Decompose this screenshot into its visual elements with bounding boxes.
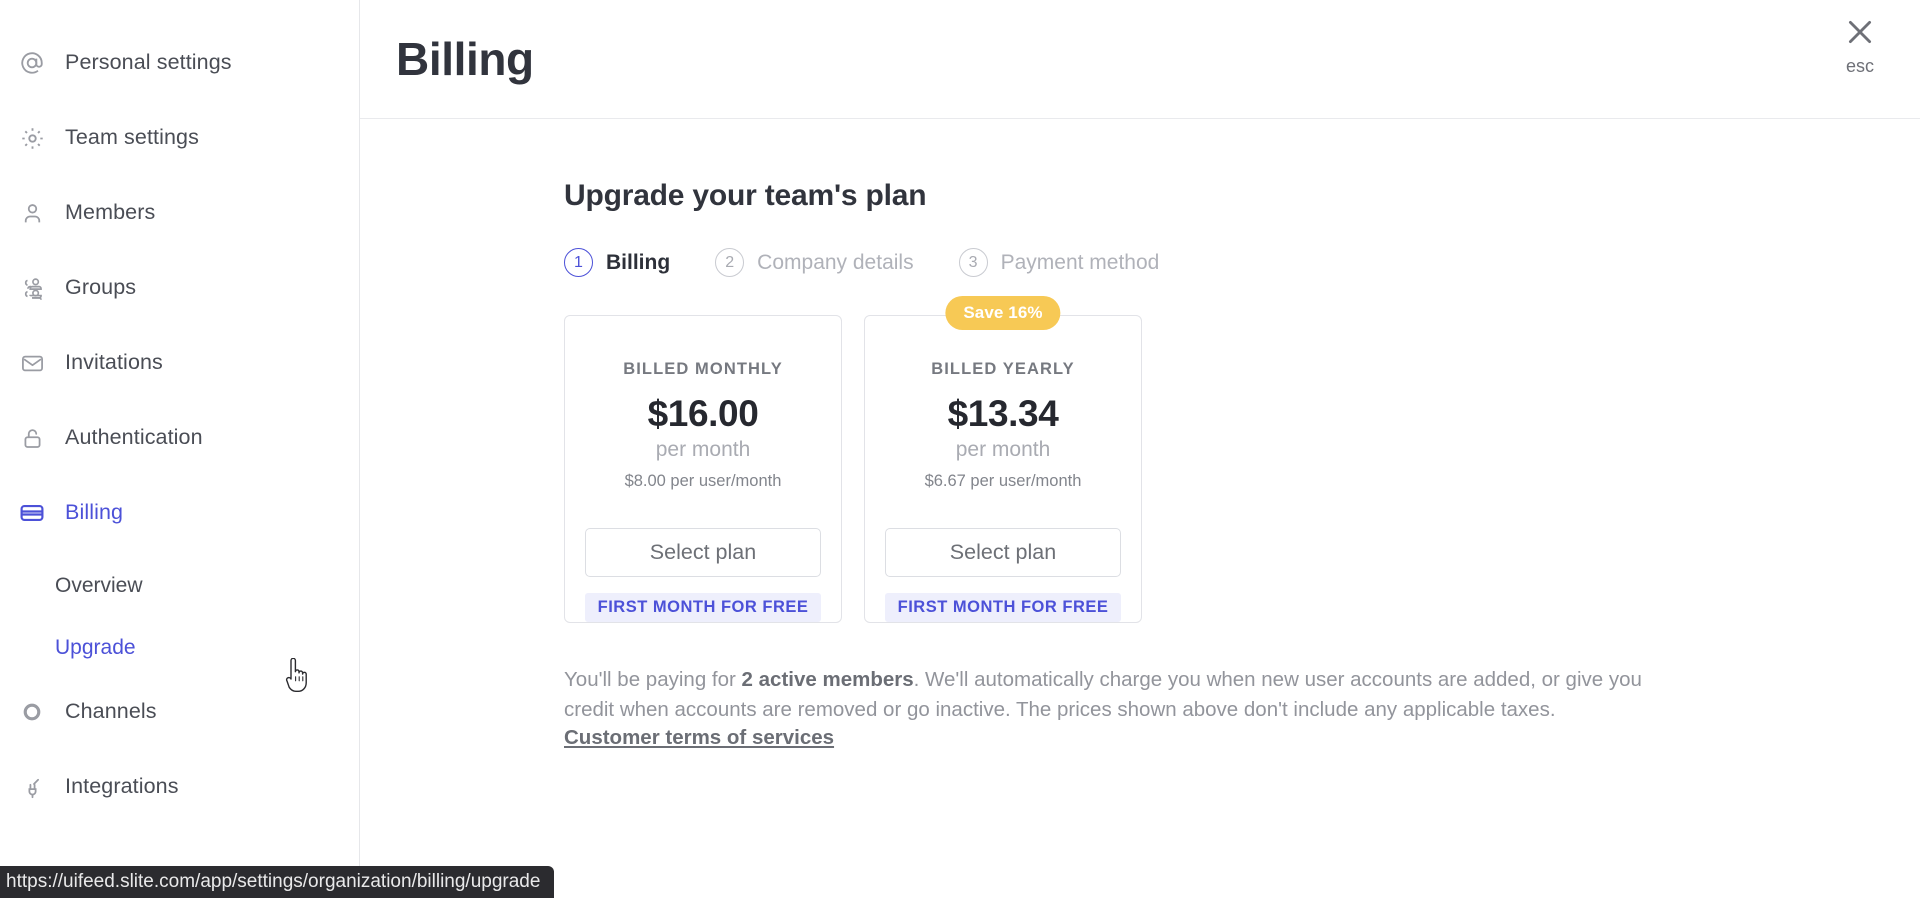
select-plan-button-monthly[interactable]: Select plan (585, 527, 821, 578)
plan-unit-price: $8.00 per user/month (624, 471, 782, 490)
plug-icon (18, 773, 46, 801)
sidebar-subitem-label: Overview (55, 573, 143, 597)
sidebar-item-label: Members (65, 200, 156, 225)
select-plan-button-yearly[interactable]: Select plan (885, 527, 1121, 578)
users-group-icon (18, 274, 46, 302)
section-title: Upgrade your team's plan (564, 179, 927, 212)
step-number: 3 (958, 248, 988, 277)
first-month-free-banner: FIRST MONTH FOR FREE (885, 593, 1121, 622)
plan-card-monthly[interactable]: BILLED MONTHLY $16.00 per month $8.00 pe… (564, 315, 842, 623)
step-company-details[interactable]: 2 Company details (715, 248, 914, 277)
envelope-icon (18, 349, 46, 377)
plan-period: per month (955, 437, 1051, 461)
status-bar-url: https://uifeed.slite.com/app/settings/or… (0, 866, 555, 898)
sidebar-item-integrations[interactable]: Integrations (0, 764, 359, 810)
sidebar-item-label: Authentication (65, 425, 203, 450)
circle-icon (18, 698, 46, 726)
step-indicator: 1 Billing 2 Company details 3 Payment me… (564, 248, 1920, 277)
plan-price: $16.00 (647, 393, 759, 434)
step-payment-method[interactable]: 3 Payment method (958, 248, 1160, 277)
plan-card-yearly[interactable]: Save 16% BILLED YEARLY $13.34 per month … (864, 296, 1142, 623)
upgrade-content: Upgrade your team's plan 1 Billing 2 Com… (360, 119, 1920, 750)
first-month-free-banner: FIRST MONTH FOR FREE (585, 593, 821, 622)
plan-cards: BILLED MONTHLY $16.00 per month $8.00 pe… (564, 296, 1920, 623)
sidebar-item-label: Integrations (65, 774, 179, 799)
settings-modal: Personal settings Team settings Members (0, 0, 1920, 898)
sidebar-item-label: Groups (65, 275, 137, 300)
step-label: Billing (606, 251, 671, 274)
step-number: 1 (564, 248, 593, 277)
close-icon (1842, 14, 1878, 50)
esc-label: esc (1845, 56, 1874, 76)
sidebar-item-groups[interactable]: Groups (0, 265, 359, 311)
billing-note: You'll be paying for 2 active members. W… (564, 665, 1656, 724)
sidebar-item-invitations[interactable]: Invitations (0, 340, 359, 386)
sidebar-item-label: Personal settings (65, 50, 232, 75)
main-panel: Billing esc Upgrade your team's plan 1 B… (360, 0, 1920, 898)
sidebar-subitem-label: Upgrade (55, 635, 136, 659)
credit-card-icon (18, 499, 46, 527)
page-title: Billing (396, 33, 534, 85)
lock-icon (18, 424, 46, 452)
sidebar-item-members[interactable]: Members (0, 190, 359, 236)
sidebar-item-channels[interactable]: Channels (0, 689, 359, 735)
plan-kicker: BILLED YEARLY (931, 360, 1075, 378)
gear-icon (18, 124, 46, 152)
at-sign-icon (18, 49, 46, 77)
sidebar-subitem-upgrade[interactable]: Upgrade (0, 627, 359, 667)
step-number: 2 (715, 248, 745, 277)
plan-unit-price: $6.67 per user/month (924, 471, 1082, 490)
plan-period: per month (655, 437, 751, 461)
sidebar-item-label: Team settings (65, 125, 199, 150)
user-icon (18, 199, 46, 227)
note-active-members: 2 active members (741, 668, 914, 691)
close-button[interactable]: esc (1842, 14, 1878, 77)
sidebar-item-authentication[interactable]: Authentication (0, 415, 359, 461)
step-label: Company details (757, 251, 914, 274)
plan-kicker: BILLED MONTHLY (623, 360, 783, 378)
main-header: Billing esc (360, 0, 1920, 119)
sidebar-item-personal-settings[interactable]: Personal settings (0, 40, 359, 86)
plan-price: $13.34 (947, 393, 1059, 434)
sidebar-item-label: Channels (65, 699, 157, 724)
sidebar-item-billing[interactable]: Billing (0, 490, 359, 536)
settings-sidebar: Personal settings Team settings Members (0, 0, 360, 898)
step-label: Payment method (1000, 251, 1160, 274)
sidebar-item-label: Invitations (65, 350, 163, 375)
sidebar-subitem-overview[interactable]: Overview (0, 565, 359, 605)
note-part-1: You'll be paying for (564, 668, 742, 691)
step-billing[interactable]: 1 Billing (564, 248, 670, 277)
save-badge: Save 16% (945, 296, 1061, 330)
sidebar-item-label: Billing (65, 500, 124, 525)
customer-terms-link[interactable]: Customer terms of services (564, 726, 834, 750)
sidebar-item-team-settings[interactable]: Team settings (0, 115, 359, 161)
